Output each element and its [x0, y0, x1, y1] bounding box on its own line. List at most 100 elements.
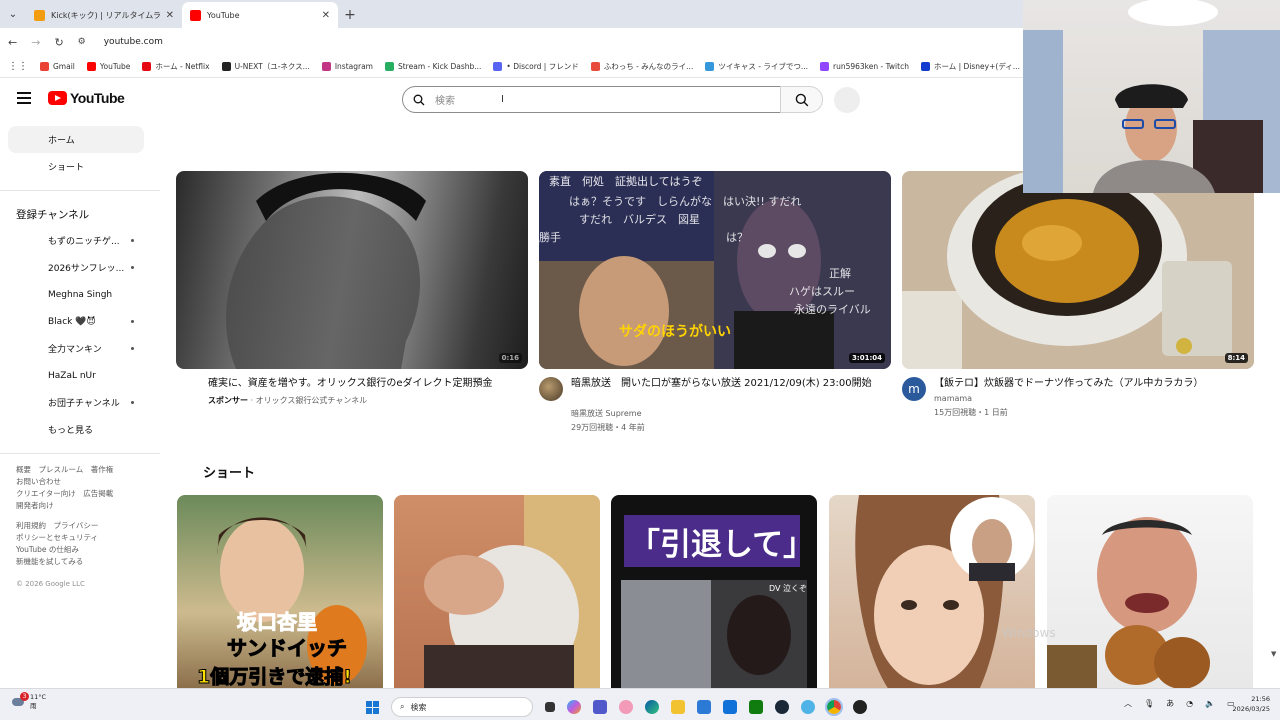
- microphone-icon[interactable]: 🎙: [1144, 699, 1154, 708]
- volume-icon[interactable]: 🔈: [1205, 699, 1215, 708]
- pink-app-icon[interactable]: [619, 700, 633, 714]
- bookmark-label: run5963ken - Twitch: [832, 62, 909, 71]
- sidebar-subscription-item[interactable]: お団子チャンネル: [0, 389, 160, 416]
- short-thumbnail[interactable]: [829, 495, 1035, 690]
- bookmark-favicon-icon: [142, 62, 152, 71]
- youtube-logo[interactable]: YouTube: [48, 90, 125, 106]
- video-thumbnail[interactable]: 素直 何処 証拠出してはうぞ はぁ？そうです しらんがな はい決!! すだれ す…: [539, 171, 891, 369]
- bookmark-item[interactable]: ツイキャス - ライブでつ...: [705, 61, 808, 72]
- channel-name[interactable]: オリックス銀行公式チャンネル: [256, 396, 368, 405]
- browser-tab-kick[interactable]: Kick(キック) | リアルタイムランキング ✕: [26, 2, 182, 28]
- footer-link[interactable]: 新機能を試してみる: [16, 556, 160, 568]
- edge-icon[interactable]: [645, 700, 659, 714]
- close-tab-icon[interactable]: ✕: [322, 10, 330, 21]
- weather-widget[interactable]: 3 11°C 雨: [10, 692, 46, 711]
- sidebar-item-label: HaZaL nUr: [48, 370, 96, 381]
- chrome-icon[interactable]: [825, 698, 843, 716]
- reload-icon[interactable]: ↻: [54, 36, 63, 49]
- subscriptions-heading[interactable]: 登録チャンネル: [0, 201, 160, 227]
- new-tab-button[interactable]: +: [338, 2, 362, 28]
- sidebar-item-shorts[interactable]: ショート: [0, 153, 160, 180]
- video-stats: 29万回視聴・4 年前: [571, 423, 645, 432]
- channel-avatar[interactable]: [539, 377, 563, 401]
- search-button[interactable]: [780, 86, 823, 113]
- footer-link[interactable]: ポリシーとセキュリティ: [16, 532, 160, 544]
- channel-name[interactable]: 暗黒放送 Supreme: [571, 407, 642, 421]
- bookmark-item[interactable]: Instagram: [321, 62, 373, 71]
- video-sponsor-line: スポンサー · オリックス銀行公式チャンネル: [208, 396, 368, 405]
- tray-overflow-icon[interactable]: ︿: [1124, 698, 1132, 709]
- sidebar-subscription-item[interactable]: もずのニッチゲ...: [0, 227, 160, 254]
- short-thumbnail[interactable]: 「引退して」 DV 泣くぞ: [611, 495, 817, 690]
- clock[interactable]: 21:56 2026/03/25: [1222, 694, 1270, 714]
- footer-link[interactable]: お問い合わせ: [16, 476, 160, 488]
- teams-icon[interactable]: [593, 700, 607, 714]
- bookmark-item[interactable]: ホーム | Disney+(ディ...: [920, 61, 1020, 72]
- tab-search-chevron-icon[interactable]: ⌄: [0, 0, 26, 28]
- file-explorer-icon[interactable]: [671, 700, 685, 714]
- footer-link[interactable]: 概要 プレスルーム 著作権: [16, 464, 160, 476]
- bookmark-item[interactable]: • Discord | フレンド: [493, 61, 579, 72]
- sidebar-item-home[interactable]: ホーム: [8, 126, 144, 153]
- ime-indicator[interactable]: あ: [1166, 698, 1174, 709]
- store-icon[interactable]: [697, 700, 711, 714]
- bookmark-item[interactable]: ホーム - Netflix: [142, 61, 210, 72]
- footer-link[interactable]: 利用規約 プライバシー: [16, 520, 160, 532]
- site-info-icon[interactable]: ⚙: [78, 37, 86, 47]
- cloud-app-icon[interactable]: [801, 700, 815, 714]
- youtube-play-icon: [48, 91, 67, 105]
- browser-tab-youtube[interactable]: YouTube ✕: [182, 2, 338, 28]
- forward-arrow-icon[interactable]: →: [31, 36, 40, 49]
- video-title[interactable]: 暗黒放送 開いた口が塞がらない放送 2021/12/09(木) 23:00開始: [571, 377, 881, 391]
- overlay-caption: サダのほうがいい: [619, 323, 731, 340]
- network-icon[interactable]: ◔: [1186, 699, 1193, 708]
- copilot-icon[interactable]: [567, 700, 581, 714]
- sidebar-subscription-item[interactable]: 2026サンフレッ...: [0, 254, 160, 281]
- footer-link[interactable]: YouTube の仕組み: [16, 544, 160, 556]
- record-app-icon[interactable]: [853, 700, 867, 714]
- menu-icon[interactable]: [17, 92, 31, 104]
- steam-icon[interactable]: [775, 700, 789, 714]
- sidebar-subscription-item[interactable]: Meghna Singh: [0, 281, 160, 308]
- bookmark-item[interactable]: Gmail: [40, 62, 75, 71]
- bookmark-label: ふわっち - みんなのライ...: [603, 62, 694, 71]
- bookmark-item[interactable]: run5963ken - Twitch: [819, 62, 909, 71]
- video-duration: 3:01:04: [849, 353, 885, 363]
- short-thumbnail[interactable]: 坂口杏里 サンドイッチ 1個万引きで逮捕!: [177, 495, 383, 690]
- task-view-icon[interactable]: [545, 702, 555, 712]
- apps-grid-icon[interactable]: ⋮⋮: [8, 61, 28, 72]
- video-thumbnail[interactable]: 0:16: [176, 171, 528, 369]
- search-input[interactable]: 検索 I: [402, 86, 781, 113]
- video-stats: 15万回視聴・1 日前: [934, 408, 1008, 417]
- channel-avatar[interactable]: m: [902, 377, 926, 401]
- xbox-icon[interactable]: [749, 700, 763, 714]
- short-caption-line: 「引退して」: [629, 527, 814, 563]
- footer-link[interactable]: 開発者向け: [16, 500, 160, 512]
- bookmark-item[interactable]: YouTube: [86, 62, 130, 71]
- bookmark-item[interactable]: U-NEXT（ユ-ネクス...: [221, 61, 310, 72]
- outlook-icon[interactable]: [723, 700, 737, 714]
- taskbar-search[interactable]: ⌕ 検索: [391, 697, 533, 717]
- account-avatar[interactable]: [834, 87, 860, 113]
- svg-text:勝手 は？: 勝手 は？: [539, 230, 748, 244]
- scroll-down-arrow-icon[interactable]: ▼: [1271, 650, 1276, 658]
- sidebar-subscription-item[interactable]: 全力マンキン: [0, 335, 160, 362]
- sidebar-subscription-item[interactable]: もっと見る: [0, 416, 160, 443]
- svg-text:永遠のライバル: 永遠のライバル: [794, 302, 871, 316]
- url-field[interactable]: youtube.com: [104, 37, 163, 47]
- channel-name[interactable]: mamama: [934, 392, 972, 406]
- video-thumbnail[interactable]: 8:14: [902, 171, 1254, 369]
- windows-start-icon[interactable]: [366, 700, 379, 714]
- bookmark-item[interactable]: Stream - Kick Dashb...: [384, 62, 481, 71]
- sidebar-subscription-item[interactable]: HaZaL nUr: [0, 362, 160, 389]
- back-arrow-icon[interactable]: ←: [8, 36, 17, 49]
- bookmark-item[interactable]: ふわっち - みんなのライ...: [590, 61, 694, 72]
- short-thumbnail[interactable]: [1047, 495, 1253, 690]
- footer-link[interactable]: クリエイター向け 広告掲載: [16, 488, 160, 500]
- video-title[interactable]: 【飯テロ】炊飯器でドーナツ作ってみた（アル中カラカラ）: [934, 377, 1254, 391]
- video-title[interactable]: 確実に、資産を増やす。オリックス銀行のeダイレクト定期預金: [208, 377, 526, 391]
- sidebar-subscription-item[interactable]: Black 🖤😈: [0, 308, 160, 335]
- close-tab-icon[interactable]: ✕: [166, 10, 174, 21]
- short-thumbnail[interactable]: [394, 495, 600, 690]
- bookmark-label: ツイキャス - ライブでつ...: [718, 62, 808, 71]
